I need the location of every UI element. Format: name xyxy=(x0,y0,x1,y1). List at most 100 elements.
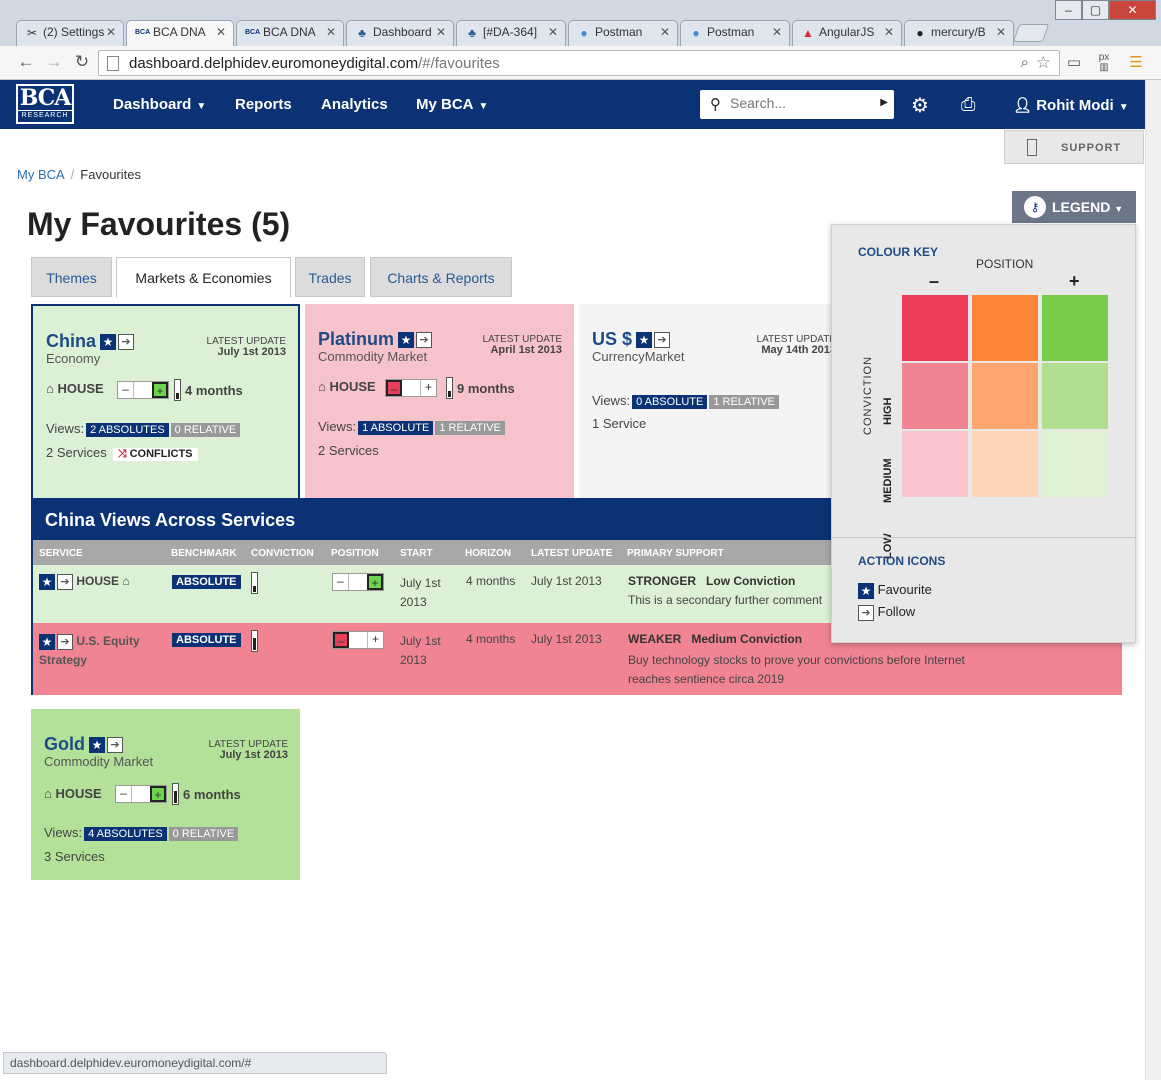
relative-badge[interactable]: 1 RELATIVE xyxy=(709,395,779,409)
caret-down-icon: ▼ xyxy=(478,101,489,112)
absolute-badge[interactable]: 1 ABSOLUTE xyxy=(358,421,434,435)
user-menu[interactable]: 👤︎ Rohit Modi ▼ xyxy=(1013,96,1129,114)
minimize-button[interactable]: – xyxy=(1055,0,1082,20)
follow-arrow-icon[interactable]: ➔ xyxy=(416,332,433,349)
page-viewport: BCA RESEARCH Dashboard ▼ Reports Analytic… xyxy=(0,80,1145,1080)
horizon: 6 months xyxy=(183,787,241,802)
maximize-button[interactable]: ▢ xyxy=(1082,0,1109,20)
position-stepper[interactable]: – + xyxy=(115,785,167,803)
url-path: /#/favourites xyxy=(418,55,500,72)
back-arrow-icon[interactable]: ← xyxy=(16,52,36,72)
follow-arrow-icon[interactable]: ➔ xyxy=(57,574,73,590)
browser-tab-jira-issue[interactable]: ♣ [#DA-364] ✕ xyxy=(456,20,566,46)
breadcrumb-my-bca[interactable]: My BCA xyxy=(17,167,65,182)
card-us-dollar[interactable]: US $ ★ ➔ CurrencyMarket LATEST UPDATE May 1… xyxy=(579,304,848,498)
caret-down-icon: ▼ xyxy=(1114,204,1124,214)
relative-badge[interactable]: 1 RELATIVE xyxy=(435,421,505,435)
new-tab-button[interactable] xyxy=(1012,24,1050,42)
card-name: US $ xyxy=(592,329,633,349)
globe-icon: ● xyxy=(692,26,700,40)
cast-icon[interactable]: ▭ xyxy=(1064,53,1084,73)
browser-tab-postman[interactable]: ● Postman ✕ xyxy=(568,20,678,46)
position-stepper[interactable]: – + xyxy=(117,381,169,399)
card-type: Commodity Market xyxy=(318,349,428,364)
action-icons-heading: ACTION ICONS xyxy=(858,554,946,568)
col-benchmark: BENCHMARK xyxy=(171,548,237,559)
row-label-high: HIGH xyxy=(882,397,894,426)
legend-button[interactable]: ⚷ LEGEND ▼ xyxy=(1012,191,1136,223)
github-icon: ● xyxy=(916,26,924,40)
nav-my-bca[interactable]: My BCA ▼ xyxy=(416,96,488,113)
favourite-star-icon[interactable]: ★ xyxy=(39,633,55,650)
absolute-badge[interactable]: 0 ABSOLUTE xyxy=(632,395,708,409)
close-icon[interactable]: ✕ xyxy=(106,25,116,39)
favourite-star-icon[interactable]: ★ xyxy=(636,332,653,349)
colour-key-heading: COLOUR KEY xyxy=(858,245,939,259)
close-icon[interactable]: ✕ xyxy=(996,25,1006,39)
card-platinum[interactable]: Platinum ★ ➔ Commodity Market LATEST UPDAT… xyxy=(305,304,574,498)
absolute-badge[interactable]: 2 ABSOLUTES xyxy=(86,423,169,437)
window-close-button[interactable]: ✕ xyxy=(1109,0,1156,20)
card-china[interactable]: China ★ ➔ Economy LATEST UPDATE July 1st 20… xyxy=(31,304,300,500)
horizon: 9 months xyxy=(457,381,515,396)
card-gold[interactable]: Gold ★ ➔ Commodity Market LATEST UPDATE Jul… xyxy=(31,709,300,880)
tab-charts-reports[interactable]: Charts & Reports xyxy=(370,257,512,297)
ruler-icon[interactable]: px ▥ xyxy=(1094,53,1114,73)
browser-tab-settings[interactable]: ✂ (2) Settings ✕ xyxy=(16,20,124,46)
swatch-high-plus xyxy=(1042,295,1108,361)
search-submit-icon[interactable]: ▶ xyxy=(880,97,888,108)
browser-tab-dashboard[interactable]: ♣ Dashboard ✕ xyxy=(346,20,454,46)
close-icon[interactable]: ✕ xyxy=(326,25,336,39)
services-count: 2 Services xyxy=(318,443,379,458)
tab-trades[interactable]: Trades xyxy=(295,257,365,297)
support-button[interactable]: SUPPORT xyxy=(1004,130,1144,164)
tab-markets-economies[interactable]: Markets & Economies xyxy=(116,257,291,298)
reload-icon[interactable]: ↻ xyxy=(72,52,92,72)
bca-logo[interactable]: BCA RESEARCH xyxy=(16,84,74,124)
follow-arrow-icon[interactable]: ➔ xyxy=(654,332,671,349)
swatch-low-neutral xyxy=(972,431,1038,497)
close-icon[interactable]: ✕ xyxy=(772,25,782,39)
favourite-star-icon[interactable]: ★ xyxy=(398,332,415,349)
search-input[interactable] xyxy=(730,95,880,111)
nav-dashboard[interactable]: Dashboard ▼ xyxy=(113,96,206,113)
gear-icon[interactable]: ⚙ xyxy=(911,93,929,118)
address-bar[interactable]: dashboard.delphidev.euromoneydigital.com… xyxy=(98,50,1060,76)
favourite-star-icon[interactable]: ★ xyxy=(89,737,105,754)
row-label-medium: MEDIUM xyxy=(882,458,894,503)
browser-tab-bca-dna-active[interactable]: BCA BCA DNA ✕ xyxy=(126,20,234,46)
relative-badge[interactable]: 0 RELATIVE xyxy=(170,423,241,437)
browser-tab-bca-dna[interactable]: BCA BCA DNA ✕ xyxy=(236,20,344,46)
position-stepper[interactable]: – + xyxy=(385,379,437,397)
tab-themes[interactable]: Themes xyxy=(31,257,112,297)
page-icon xyxy=(107,56,119,71)
forward-arrow-icon[interactable]: → xyxy=(44,52,64,72)
close-icon[interactable]: ✕ xyxy=(660,25,670,39)
inbox-icon[interactable]: ⎙ xyxy=(961,94,975,115)
close-icon[interactable]: ✕ xyxy=(216,25,226,39)
house-icon: ⌂ xyxy=(46,381,54,396)
close-icon[interactable]: ✕ xyxy=(548,25,558,39)
bookmark-star-icon[interactable]: ☆ xyxy=(1036,53,1051,73)
browser-tab-postman-2[interactable]: ● Postman ✕ xyxy=(680,20,790,46)
follow-arrow-icon[interactable]: ➔ xyxy=(118,334,135,351)
menu-icon[interactable]: ☰ xyxy=(1126,53,1146,73)
relative-badge[interactable]: 0 RELATIVE xyxy=(168,827,239,841)
browser-tab-github[interactable]: ● mercury/B ✕ xyxy=(904,20,1014,46)
favourite-star-icon[interactable]: ★ xyxy=(39,574,55,590)
browser-tab-angularjs[interactable]: ▲ AngularJS ✕ xyxy=(792,20,902,46)
zoom-icon[interactable]: ⌕ xyxy=(1021,54,1029,71)
phone-icon xyxy=(1027,139,1037,156)
close-icon[interactable]: ✕ xyxy=(884,25,894,39)
follow-arrow-icon[interactable]: ➔ xyxy=(107,737,123,754)
vertical-scrollbar[interactable] xyxy=(1145,80,1161,1080)
col-horizon: HORIZON xyxy=(465,548,512,559)
favourite-star-icon[interactable]: ★ xyxy=(100,334,117,351)
close-icon[interactable]: ✕ xyxy=(436,25,446,39)
nav-reports[interactable]: Reports xyxy=(235,96,292,113)
user-icon: 👤︎ xyxy=(1013,97,1037,114)
nav-analytics[interactable]: Analytics xyxy=(321,96,388,113)
follow-arrow-icon[interactable]: ➔ xyxy=(57,633,73,650)
absolute-badge[interactable]: 4 ABSOLUTES xyxy=(84,827,167,841)
col-service: SERVICE xyxy=(39,548,83,559)
